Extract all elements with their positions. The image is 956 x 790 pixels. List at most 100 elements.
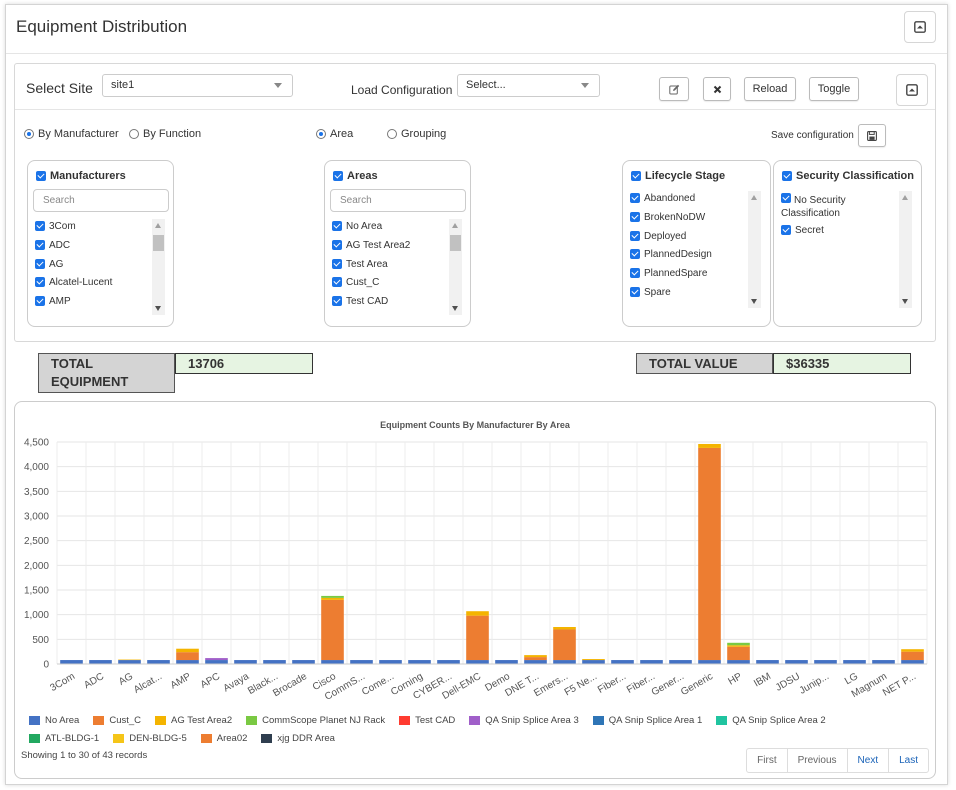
manufacturers-search-input[interactable]: Search <box>33 189 169 212</box>
bar-segment[interactable] <box>669 660 692 664</box>
security-header[interactable]: Security Classification <box>782 170 914 182</box>
bar-segment[interactable] <box>843 660 866 664</box>
bar-segment[interactable] <box>60 660 83 664</box>
legend-item[interactable]: QA Snip Splice Area 1 <box>592 711 702 729</box>
radio-by-manufacturer[interactable]: By Manufacturer <box>24 128 119 140</box>
bar-segment[interactable] <box>466 611 489 616</box>
bar-segment[interactable] <box>321 595 344 598</box>
pager-next-button[interactable]: Next <box>846 749 889 772</box>
legend-item[interactable]: ATL-BLDG-1 <box>29 729 99 747</box>
radio-by-function[interactable]: By Function <box>129 128 201 140</box>
list-item[interactable]: 3Com <box>35 221 150 240</box>
bar-segment[interactable] <box>553 660 576 664</box>
bar-segment[interactable] <box>698 660 721 664</box>
bar-segment[interactable] <box>727 660 750 664</box>
list-item[interactable]: No Area <box>332 221 447 240</box>
edit-configuration-button[interactable] <box>659 77 689 101</box>
collapse-config-button[interactable] <box>896 74 928 106</box>
legend-item[interactable]: QA Snip Splice Area 2 <box>716 711 826 729</box>
bar-segment[interactable] <box>698 447 721 661</box>
list-item[interactable]: BrokenNoDW <box>630 211 745 231</box>
bar-segment[interactable] <box>437 660 460 664</box>
manufacturers-header[interactable]: Manufacturers <box>36 170 126 182</box>
areas-search-input[interactable]: Search <box>330 189 466 212</box>
list-item[interactable]: Deployed <box>630 230 745 250</box>
list-item[interactable]: AG <box>35 258 150 278</box>
list-item[interactable]: Spare <box>630 286 745 306</box>
list-item[interactable]: Test CAD <box>332 296 447 315</box>
site-select[interactable]: site1 <box>102 74 293 97</box>
bar-segment[interactable] <box>495 660 518 664</box>
scroll-thumb[interactable] <box>153 235 164 251</box>
bar-segment[interactable] <box>814 660 837 664</box>
reload-button[interactable]: Reload <box>744 77 796 101</box>
list-item[interactable]: Alcatel-Lucent <box>35 277 150 296</box>
bar-segment[interactable] <box>640 660 663 664</box>
areas-scrollbar[interactable] <box>449 219 462 315</box>
bar-segment[interactable] <box>785 660 808 664</box>
legend-item[interactable]: Area02 <box>200 729 247 747</box>
bar-segment[interactable] <box>176 660 199 664</box>
radio-grouping[interactable]: Grouping <box>387 128 446 140</box>
lifecycle-header[interactable]: Lifecycle Stage <box>631 170 725 182</box>
save-configuration-button[interactable] <box>858 124 886 147</box>
legend-item[interactable]: QA Snip Splice Area 3 <box>469 711 579 729</box>
bar-segment[interactable] <box>466 660 489 664</box>
bar-segment[interactable] <box>234 660 257 664</box>
pager-previous-button[interactable]: Previous <box>786 749 847 772</box>
bar-segment[interactable] <box>321 660 344 664</box>
list-item[interactable]: Abandoned <box>630 193 745 212</box>
radio-area[interactable]: Area <box>316 128 353 140</box>
bar-segment[interactable] <box>89 660 112 664</box>
bar-segment[interactable] <box>176 648 199 653</box>
pager-last-button[interactable]: Last <box>888 749 928 772</box>
bar-segment[interactable] <box>872 660 895 664</box>
legend-item[interactable]: Cust_C <box>93 711 141 729</box>
security-scrollbar[interactable] <box>899 191 912 308</box>
bar-segment[interactable] <box>553 627 576 630</box>
scroll-thumb[interactable] <box>450 235 461 251</box>
bar-segment[interactable] <box>727 645 750 647</box>
bar-segment[interactable] <box>524 657 547 661</box>
bar-segment[interactable] <box>321 599 344 661</box>
toggle-button[interactable]: Toggle <box>809 77 859 101</box>
collapse-page-button[interactable] <box>904 11 936 43</box>
bar-segment[interactable] <box>118 659 141 661</box>
legend-item[interactable]: Test CAD <box>399 711 455 729</box>
bar-segment[interactable] <box>698 443 721 448</box>
bar-segment[interactable] <box>582 660 605 664</box>
bar-segment[interactable] <box>321 597 344 600</box>
bar-segment[interactable] <box>466 615 489 661</box>
bar-segment[interactable] <box>901 660 924 664</box>
bar-segment[interactable] <box>611 660 634 664</box>
bar-segment[interactable] <box>292 660 315 664</box>
list-item[interactable]: AMP <box>35 296 150 315</box>
list-item[interactable]: No Security Classification <box>781 193 891 220</box>
bar-segment[interactable] <box>727 646 750 661</box>
bar-segment[interactable] <box>379 660 402 664</box>
bar-segment[interactable] <box>408 660 431 664</box>
bar-segment[interactable] <box>524 655 547 658</box>
bar-segment[interactable] <box>147 660 170 664</box>
list-item[interactable]: Cust_C <box>332 277 447 296</box>
bar-segment[interactable] <box>350 660 373 664</box>
load-configuration-select[interactable]: Select... <box>457 74 600 97</box>
list-item[interactable]: PlannedSpare <box>630 268 745 287</box>
legend-item[interactable]: CommScope Planet NJ Rack <box>246 711 385 729</box>
list-item[interactable]: ADC <box>35 239 150 259</box>
clear-configuration-button[interactable] <box>703 77 731 101</box>
bar-segment[interactable] <box>205 660 228 664</box>
bar-segment[interactable] <box>176 652 199 661</box>
bar-segment[interactable] <box>901 649 924 652</box>
bar-segment[interactable] <box>582 659 605 661</box>
bar-segment[interactable] <box>118 660 141 664</box>
bar-segment[interactable] <box>901 651 924 661</box>
bar-segment[interactable] <box>263 660 286 664</box>
legend-item[interactable]: xjg DDR Area <box>261 729 335 747</box>
legend-item[interactable]: AG Test Area2 <box>155 711 232 729</box>
legend-item[interactable]: DEN-BLDG-5 <box>113 729 187 747</box>
bar-segment[interactable] <box>756 660 779 664</box>
legend-item[interactable]: No Area <box>29 711 79 729</box>
list-item[interactable]: PlannedDesign <box>630 249 745 268</box>
bar-segment[interactable] <box>553 629 576 661</box>
